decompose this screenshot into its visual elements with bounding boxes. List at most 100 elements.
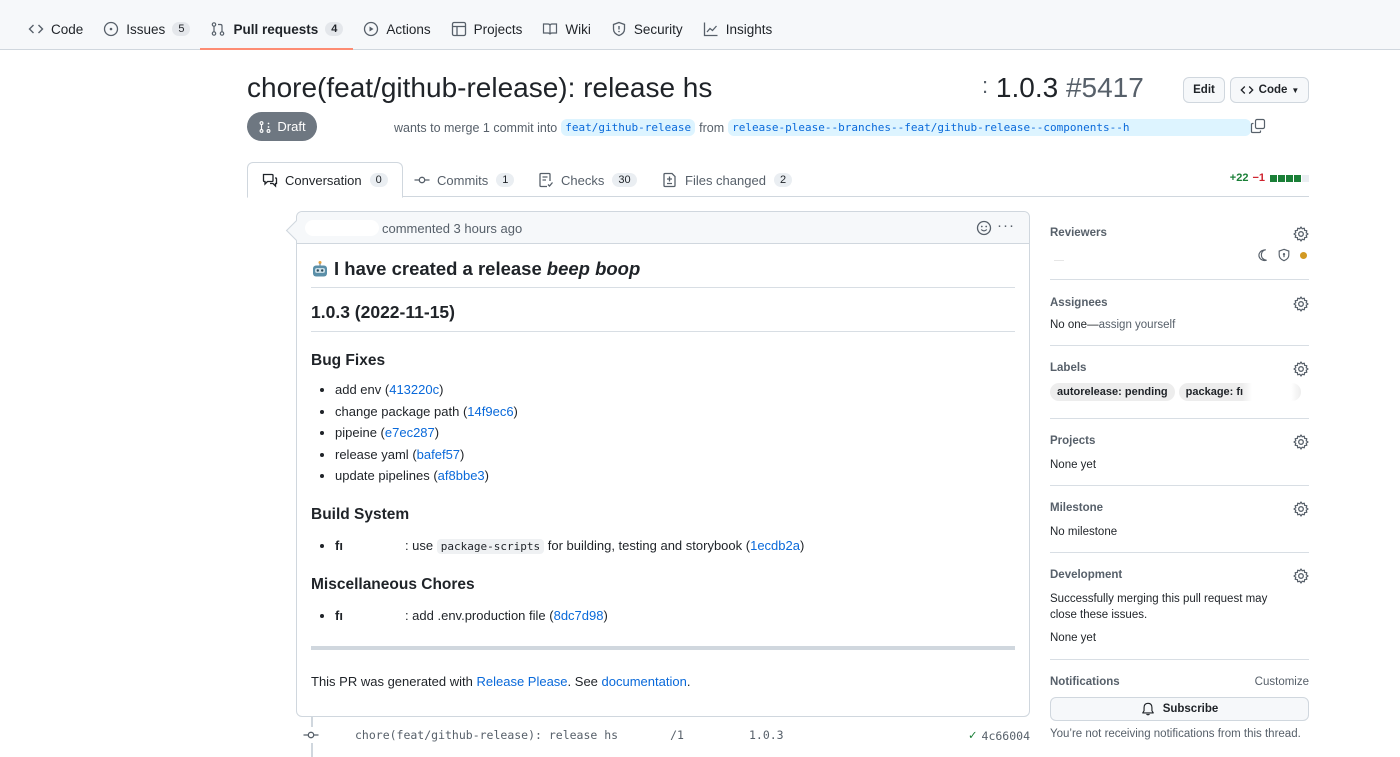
development-title[interactable]: Development	[1050, 569, 1122, 581]
sidebar-development: Development Successfully merging this pu…	[1050, 553, 1309, 660]
labels-title[interactable]: Labels	[1050, 362, 1086, 374]
notifications-title: Notifications	[1050, 676, 1120, 688]
commit-link[interactable]: 1ecdb2a	[750, 538, 800, 553]
commit-link[interactable]: 14f9ec6	[467, 404, 513, 419]
label-autorelease-pending[interactable]: autorelease: pending	[1050, 383, 1175, 401]
tab-files-changed-label: Files changed	[685, 172, 766, 188]
nav-actions[interactable]: Actions	[353, 10, 440, 48]
subscribe-button[interactable]: Subscribe	[1050, 697, 1309, 721]
issues-count: 5	[172, 22, 191, 36]
code-icon	[1240, 83, 1254, 97]
sidebar-labels: Labels autorelease: pending package: fı	[1050, 346, 1309, 419]
item-text: release yaml	[335, 446, 409, 462]
nav-pull-requests[interactable]: Pull requests 4	[200, 10, 354, 50]
pr-description-comment: commented 3 hours ago ··· I have created…	[296, 211, 1030, 717]
diffstat-deletions: −1	[1252, 172, 1265, 184]
commit-message-start: chore(feat/github-release): release hs	[355, 728, 619, 742]
sidebar-projects: Projects None yet	[1050, 419, 1309, 486]
inline-code: package-scripts	[436, 538, 545, 554]
check-icon[interactable]: ✓	[969, 728, 977, 743]
code-dropdown-button[interactable]: Code ▼	[1230, 77, 1309, 103]
customize-link[interactable]: Customize	[1255, 676, 1309, 688]
robot-emoji-icon	[311, 260, 329, 278]
tab-checks[interactable]: Checks 30	[524, 162, 651, 198]
merge-text: wants to merge 1 commit into	[394, 120, 558, 135]
kebab-horizontal-icon[interactable]: ···	[997, 217, 1015, 234]
nav-code[interactable]: Code	[18, 10, 93, 48]
release-heading: I have created a release beep boop	[311, 258, 1015, 288]
projects-title[interactable]: Projects	[1050, 435, 1095, 447]
sidebar-milestone: Milestone No milestone	[1050, 486, 1309, 553]
item-text: for building, testing and storybook	[547, 537, 743, 553]
documentation-link[interactable]: documentation	[602, 674, 687, 689]
nav-insights-label: Insights	[725, 21, 773, 37]
reviewers-gear-icon[interactable]	[1293, 226, 1309, 242]
diffstat-blocks	[1269, 174, 1309, 182]
bell-icon	[1141, 702, 1155, 716]
section-heading: Build System	[311, 505, 410, 523]
commit-link[interactable]: af8bbe3	[438, 468, 485, 483]
nav-actions-label: Actions	[386, 21, 431, 37]
release-heading-emphasis: beep boop	[546, 258, 641, 279]
comment-discussion-icon	[262, 172, 278, 188]
release-please-link[interactable]: Release Please	[476, 674, 567, 689]
development-value: None yet	[1050, 632, 1097, 644]
base-branch[interactable]: feat/github-release	[561, 119, 696, 136]
sidebar-reviewers: Reviewers	[1050, 218, 1309, 280]
redacted-marker: :	[982, 73, 989, 98]
nav-issues[interactable]: Issues 5	[93, 10, 200, 48]
projects-gear-icon[interactable]	[1293, 434, 1309, 450]
commit-link[interactable]: 413220c	[389, 382, 439, 397]
tab-checks-label: Checks	[561, 172, 605, 188]
misc-chores-list: fı: add .env.production file (8dc7d98)	[335, 605, 1015, 627]
shield-icon	[611, 21, 627, 37]
commit-link[interactable]: e7ec287	[385, 425, 435, 440]
nav-insights[interactable]: Insights	[693, 10, 783, 48]
footer-text: This PR was generated with	[311, 673, 473, 689]
footer-text: . See	[567, 673, 598, 689]
pr-sidebar: Reviewers Assignees No one—assign yourse…	[1050, 218, 1309, 750]
commit-message-mid: /1	[670, 728, 684, 742]
assign-yourself-link[interactable]: assign yourself	[1099, 319, 1176, 331]
pending-review-dot	[1300, 252, 1307, 259]
add-reaction-icon[interactable]	[976, 220, 992, 236]
milestone-title[interactable]: Milestone	[1050, 502, 1103, 514]
nav-wiki[interactable]: Wiki	[532, 10, 601, 48]
tab-commits-label: Commits	[437, 172, 489, 188]
commit-message[interactable]: chore(feat/github-release): release hs/1…	[355, 728, 784, 742]
assignees-title[interactable]: Assignees	[1050, 297, 1108, 309]
assignees-gear-icon[interactable]	[1293, 296, 1309, 312]
milestone-gear-icon[interactable]	[1293, 501, 1309, 517]
moon-icon	[1257, 248, 1271, 265]
commit-link[interactable]: 8dc7d98	[554, 608, 604, 623]
author-name-redacted	[305, 220, 379, 236]
labels-gear-icon[interactable]	[1293, 361, 1309, 377]
bug-fixes-list: add env (413220c) change package path (1…	[335, 379, 1015, 487]
commit-sha[interactable]: 4c66004	[982, 729, 1030, 743]
list-item: fı: add .env.production file (8dc7d98)	[335, 605, 1015, 627]
tab-files-changed[interactable]: Files changed 2	[648, 162, 806, 198]
nav-projects-label: Projects	[473, 21, 523, 37]
issue-opened-icon	[103, 21, 119, 37]
nav-security[interactable]: Security	[601, 10, 693, 48]
redacted-scope	[342, 610, 405, 623]
head-branch[interactable]: release-please--branches--feat/github-re…	[728, 119, 1252, 136]
release-heading-text: I have created a release	[334, 258, 542, 279]
scope-prefix: fı	[335, 608, 343, 623]
label-package[interactable]: package: fı	[1178, 383, 1301, 401]
reviewers-title[interactable]: Reviewers	[1050, 227, 1107, 239]
commit-link[interactable]: bafef57	[417, 447, 460, 462]
nav-wiki-label: Wiki	[565, 21, 591, 37]
nav-projects[interactable]: Projects	[441, 10, 533, 48]
table-icon	[451, 21, 467, 37]
diffstat-block-added	[1270, 174, 1277, 182]
tab-commits[interactable]: Commits 1	[400, 162, 528, 198]
pr-title: chore(feat/github-release): release hs	[247, 72, 712, 104]
development-gear-icon[interactable]	[1293, 568, 1309, 584]
edit-button[interactable]: Edit	[1183, 77, 1225, 103]
copy-icon[interactable]	[1250, 118, 1266, 134]
comment-timestamp[interactable]: commented 3 hours ago	[382, 221, 522, 236]
tab-conversation[interactable]: Conversation 0	[247, 162, 403, 198]
book-icon	[542, 21, 558, 37]
scope-prefix: fı	[335, 537, 343, 553]
